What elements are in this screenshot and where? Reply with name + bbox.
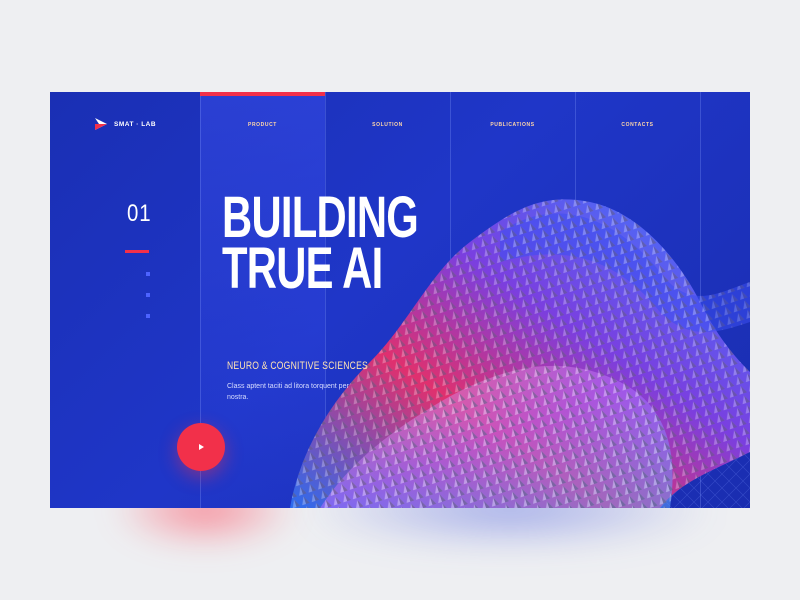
slide-number: 01 (127, 200, 152, 227)
logo-arrow-icon (95, 118, 107, 130)
play-button[interactable] (177, 423, 225, 471)
hero-description: Class aptent taciti ad litora torquent p… (227, 383, 349, 401)
hero-headline: BUILDING TRUE AI (222, 188, 419, 302)
nav-item-contacts[interactable]: CONTACTS (575, 122, 700, 128)
slide-number-underline (125, 250, 149, 253)
pagination-dot[interactable] (146, 272, 150, 276)
brand-logo[interactable]: SMAT · LAB (94, 117, 156, 131)
hero-subtitle: NEURO & COGNITIVE SCIENCES (227, 360, 369, 372)
play-icon (199, 444, 204, 450)
headline-line-2: TRUE AI (222, 236, 383, 302)
pagination-dot[interactable] (146, 314, 150, 318)
page: SMAT · LAB PRODUCT SOLUTION PUBLICATIONS… (0, 0, 800, 600)
pagination-dot[interactable] (146, 293, 150, 297)
hero-card: SMAT · LAB PRODUCT SOLUTION PUBLICATIONS… (50, 92, 750, 508)
nav-item-product[interactable]: PRODUCT (200, 122, 325, 128)
nav-item-solution[interactable]: SOLUTION (325, 122, 450, 128)
active-nav-indicator (200, 92, 325, 96)
brand-name: SMAT · LAB (114, 120, 157, 128)
nav-item-publications[interactable]: PUBLICATIONS (450, 122, 575, 128)
